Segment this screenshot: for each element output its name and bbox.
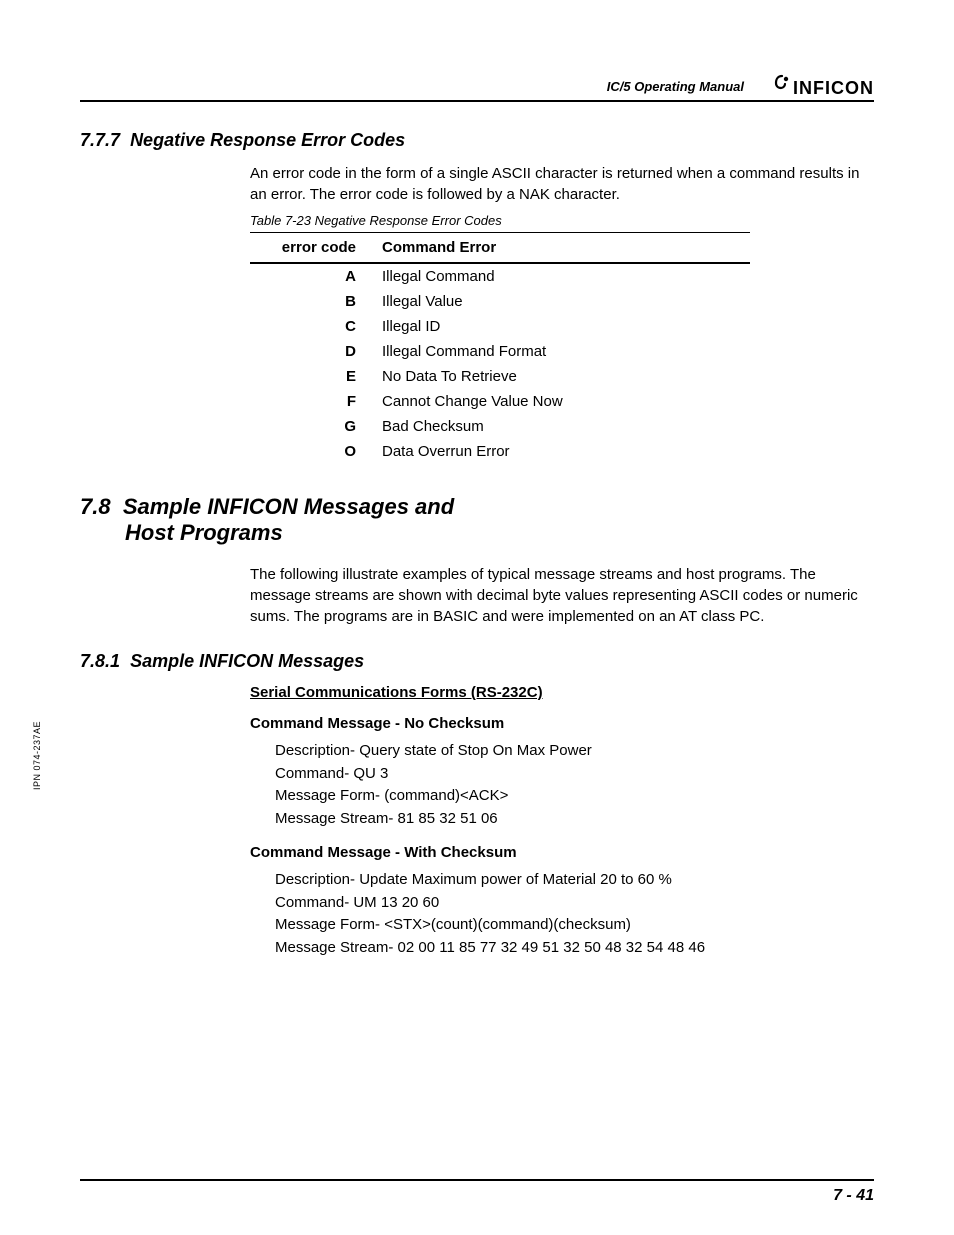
cell-code: G <box>250 414 376 439</box>
msg-line: Description- Query state of Stop On Max … <box>275 740 874 763</box>
table-row: OData Overrun Error <box>250 439 750 464</box>
section-title-line1: Sample INFICON Messages and <box>123 494 454 519</box>
msg-line: Command- QU 3 <box>275 763 874 786</box>
table-row: AIllegal Command <box>250 263 750 289</box>
manual-name: IC/5 Operating Manual <box>607 79 744 94</box>
table-row: CIllegal ID <box>250 314 750 339</box>
msg-with-checksum-title: Command Message - With Checksum <box>250 844 874 861</box>
cell-code: D <box>250 339 376 364</box>
table-row: BIllegal Value <box>250 289 750 314</box>
cell-code: B <box>250 289 376 314</box>
cell-error: Illegal ID <box>376 314 750 339</box>
cell-error: Illegal Value <box>376 289 750 314</box>
body-content: 7.7.7 Negative Response Error Codes An e… <box>80 130 874 959</box>
section-7-8-para: The following illustrate examples of typ… <box>250 564 874 627</box>
section-7-8-heading: 7.8 Sample INFICON Messages and Host Pro… <box>80 494 874 546</box>
msg-no-checksum-title: Command Message - No Checksum <box>250 715 874 732</box>
header-rule: IC/5 Operating Manual INFICON <box>80 70 874 102</box>
section-title-line2: Host Programs <box>80 520 874 546</box>
table-7-23-caption: Table 7-23 Negative Response Error Codes <box>250 213 874 228</box>
table-header-row: error code Command Error <box>250 233 750 264</box>
col-command-error: Command Error <box>376 233 750 264</box>
msg-line: Message Stream- 02 00 11 85 77 32 49 51 … <box>275 937 874 960</box>
msg-no-checksum-block: Description- Query state of Stop On Max … <box>275 740 874 830</box>
serial-comm-subheading: Serial Communications Forms (RS-232C) <box>250 684 874 701</box>
cell-error: Cannot Change Value Now <box>376 389 750 414</box>
section-number: 7.8.1 <box>80 651 120 671</box>
section-7-7-7-para: An error code in the form of a single AS… <box>250 163 874 205</box>
page-content: IC/5 Operating Manual INFICON IPN 074-23… <box>80 70 874 1175</box>
brand-logo: INFICON <box>773 76 874 100</box>
logo-text: INFICON <box>793 78 874 99</box>
section-number: 7.8 <box>80 494 111 519</box>
cell-error: Illegal Command <box>376 263 750 289</box>
error-code-table: error code Command Error AIllegal Comman… <box>250 232 750 464</box>
msg-line: Message Form- <STX>(count)(command)(chec… <box>275 914 874 937</box>
cell-code: A <box>250 263 376 289</box>
cell-error: No Data To Retrieve <box>376 364 750 389</box>
section-7-8-1-heading: 7.8.1 Sample INFICON Messages <box>80 651 874 672</box>
msg-with-checksum-block: Description- Update Maximum power of Mat… <box>275 869 874 959</box>
table-row: DIllegal Command Format <box>250 339 750 364</box>
col-error-code: error code <box>250 233 376 264</box>
document-part-number: IPN 074-237AE <box>32 721 42 790</box>
footer-rule <box>80 1179 874 1181</box>
msg-line: Description- Update Maximum power of Mat… <box>275 869 874 892</box>
cell-error: Illegal Command Format <box>376 339 750 364</box>
cell-code: F <box>250 389 376 414</box>
page-number: 7 - 41 <box>833 1187 874 1205</box>
msg-line: Message Stream- 81 85 32 51 06 <box>275 808 874 831</box>
table-row: GBad Checksum <box>250 414 750 439</box>
section-title: Negative Response Error Codes <box>130 130 405 150</box>
msg-line: Message Form- (command)<ACK> <box>275 785 874 808</box>
cell-error: Bad Checksum <box>376 414 750 439</box>
section-7-7-7-heading: 7.7.7 Negative Response Error Codes <box>80 130 874 151</box>
section-title: Sample INFICON Messages <box>130 651 364 671</box>
cell-error: Data Overrun Error <box>376 439 750 464</box>
msg-line: Command- UM 13 20 60 <box>275 892 874 915</box>
table-row: ENo Data To Retrieve <box>250 364 750 389</box>
cell-code: C <box>250 314 376 339</box>
table-row: FCannot Change Value Now <box>250 389 750 414</box>
section-number: 7.7.7 <box>80 130 120 150</box>
logo-swirl-icon <box>773 74 791 98</box>
cell-code: O <box>250 439 376 464</box>
cell-code: E <box>250 364 376 389</box>
